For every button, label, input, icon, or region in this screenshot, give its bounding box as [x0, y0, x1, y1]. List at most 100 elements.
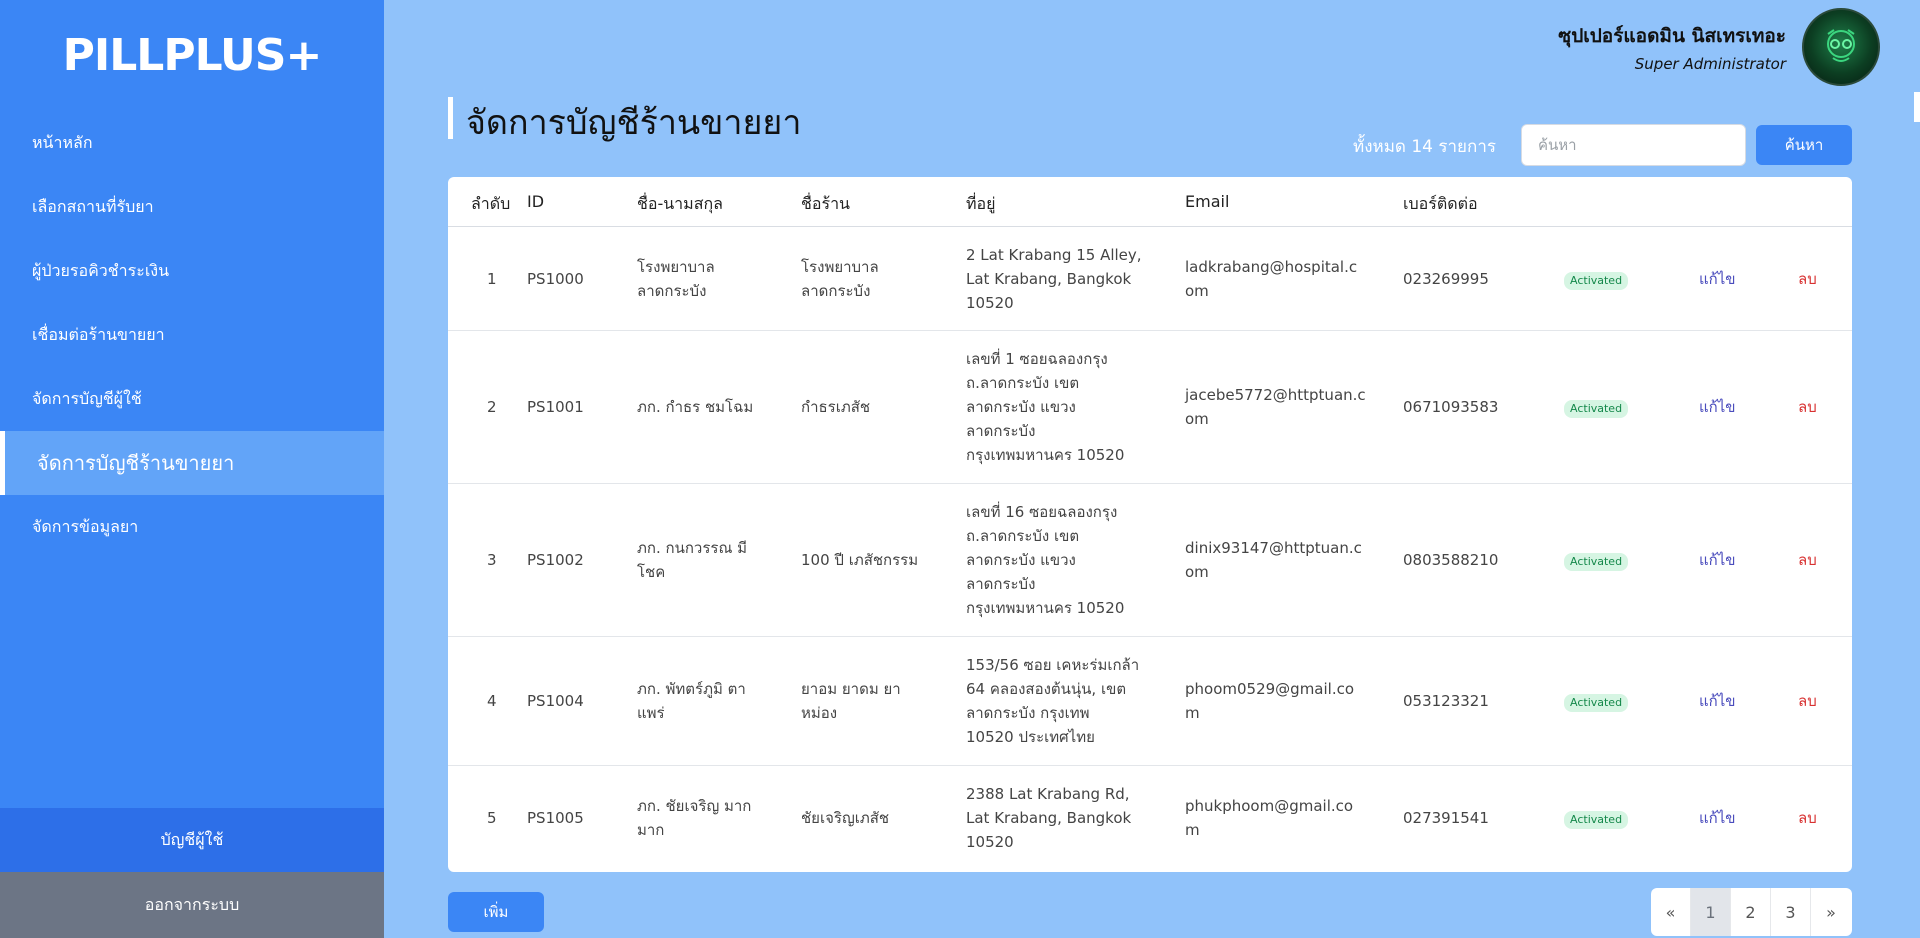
- sidebar: PILLPLUS+ หน้าหลัก เลือกสถานที่รับยา ผู้…: [0, 0, 384, 938]
- title-accent-bar: [448, 97, 453, 139]
- pagination-page-3[interactable]: 3: [1771, 888, 1811, 936]
- status-badge: Activated: [1564, 694, 1629, 712]
- status-badge: Activated: [1564, 553, 1629, 571]
- sidebar-item-label: ผู้ป่วยรอคิวชำระเงิน: [32, 260, 170, 280]
- col-header-no: ลำดับ: [471, 194, 511, 213]
- logout-button[interactable]: ออกจากระบบ: [0, 872, 384, 938]
- cell-phone: 023269995: [1403, 270, 1489, 288]
- cell-id: PS1002: [527, 551, 584, 569]
- pagination-page-1[interactable]: 1: [1691, 888, 1731, 936]
- pagination: « 1 2 3 »: [1651, 888, 1852, 936]
- cell-no: 1: [487, 270, 497, 288]
- sidebar-item-connect-pharmacy[interactable]: เชื่อมต่อร้านขายยา: [0, 303, 384, 367]
- avatar-icon: [1827, 29, 1855, 62]
- cell-email: phoom0529@gmail.co m: [1185, 680, 1355, 722]
- pagination-next[interactable]: »: [1811, 888, 1851, 936]
- cell-name: ภก. ชัยเจริญ มาก มาก: [637, 797, 752, 839]
- delete-link[interactable]: ลบ: [1798, 548, 1817, 572]
- add-button[interactable]: เพิ่ม: [448, 892, 544, 932]
- page-title: จัดการบัญชีร้านขายยา: [466, 103, 802, 143]
- cell-email: phukphoom@gmail.co m: [1185, 797, 1354, 839]
- table-row: 2 PS1001 ภก. กำธร ชมโฉม กำธรเภสัช เลขที่…: [448, 331, 1852, 484]
- pharmacy-table: ลำดับ ID ชื่อ-นามสกุล ชื่อร้าน ที่อยู่ E…: [448, 177, 1852, 872]
- edit-link[interactable]: แก้ไข: [1699, 395, 1736, 419]
- status-badge: Activated: [1564, 811, 1629, 829]
- sidebar-item-home[interactable]: หน้าหลัก: [0, 111, 384, 175]
- cell-phone: 053123321: [1403, 692, 1489, 710]
- table-row: 4 PS1004 ภก. พัทตร์ภูมิ ตา แพร่ ยาอม ยาดม…: [448, 637, 1852, 766]
- pagination-page-2[interactable]: 2: [1731, 888, 1771, 936]
- col-header-phone: เบอร์ติดต่อ: [1403, 194, 1478, 213]
- delete-link[interactable]: ลบ: [1798, 806, 1817, 830]
- cell-address: 2388 Lat Krabang Rd, Lat Krabang, Bangkok…: [966, 785, 1132, 851]
- cell-email: jacebe5772@httptuan.c om: [1185, 386, 1366, 428]
- col-header-name: ชื่อ-นามสกุล: [637, 194, 723, 213]
- cell-id: PS1000: [527, 270, 584, 288]
- cell-no: 2: [487, 398, 497, 416]
- table-row: 3 PS1002 ภก. กนกวรรณ มี โชค 100 ปี เภสัชก…: [448, 484, 1852, 637]
- user-role: Super Administrator: [1634, 55, 1786, 73]
- user-profile[interactable]: ซุปเปอร์แอดมิน นิสเทรเทอะ Super Administ…: [1558, 8, 1880, 86]
- pagination-prev[interactable]: «: [1651, 888, 1691, 936]
- cell-no: 4: [487, 692, 497, 710]
- delete-link[interactable]: ลบ: [1798, 395, 1817, 419]
- delete-link[interactable]: ลบ: [1798, 267, 1817, 291]
- cell-name: ภก. กำธร ชมโฉม: [637, 398, 754, 416]
- user-name: ซุปเปอร์แอดมิน นิสเทรเทอะ: [1558, 25, 1786, 47]
- cell-no: 5: [487, 809, 497, 827]
- account-button[interactable]: บัญชีผู้ใช้: [0, 808, 384, 872]
- cell-name: ภก. พัทตร์ภูมิ ตา แพร่: [637, 680, 746, 722]
- edit-link[interactable]: แก้ไข: [1699, 267, 1736, 291]
- sidebar-item-drug-data[interactable]: จัดการข้อมูลยา: [0, 495, 384, 559]
- sidebar-item-label: เชื่อมต่อร้านขายยา: [32, 324, 165, 344]
- col-header-shop: ชื่อร้าน: [801, 194, 850, 213]
- col-header-address: ที่อยู่: [966, 194, 996, 213]
- edit-link[interactable]: แก้ไข: [1699, 689, 1736, 713]
- sidebar-item-pharmacy-accounts[interactable]: จัดการบัญชีร้านขายยา: [0, 431, 384, 495]
- cell-address: 153/56 ซอย เคหะร่มเกล้า 64 คลองสองต้นนุ่น…: [966, 656, 1140, 746]
- search-input[interactable]: [1521, 124, 1746, 166]
- cell-email: dinix93147@httptuan.c om: [1185, 539, 1362, 581]
- app-logo[interactable]: PILLPLUS+: [0, 30, 384, 81]
- cell-name: ภก. กนกวรรณ มี โชค: [637, 539, 748, 581]
- sidebar-item-label: เลือกสถานที่รับยา: [32, 196, 154, 216]
- cell-shop: ยาอม ยาดม ยา หม่อง: [801, 680, 901, 722]
- cell-email: ladkrabang@hospital.c om: [1185, 258, 1358, 300]
- user-info: ซุปเปอร์แอดมิน นิสเทรเทอะ Super Administ…: [1558, 21, 1786, 73]
- sidebar-item-payment-queue[interactable]: ผู้ป่วยรอคิวชำระเงิน: [0, 239, 384, 303]
- search-button[interactable]: ค้นหา: [1756, 125, 1852, 165]
- delete-link[interactable]: ลบ: [1798, 689, 1817, 713]
- cell-address: เลขที่ 1 ซอยฉลองกรุง ถ.ลาดกระบัง เขต ลาดกร…: [966, 350, 1125, 464]
- cell-name: โรงพยาบาล ลาดกระบัง: [637, 258, 715, 300]
- table-header: ลำดับ ID ชื่อ-นามสกุล ชื่อร้าน ที่อยู่ E…: [448, 177, 1852, 227]
- cell-address: 2 Lat Krabang 15 Alley, Lat Krabang, Bang…: [966, 246, 1142, 312]
- col-header-email: Email: [1185, 192, 1230, 211]
- edit-link[interactable]: แก้ไข: [1699, 806, 1736, 830]
- cell-phone: 027391541: [1403, 809, 1489, 827]
- total-count: ทั้งหมด 14 รายการ: [1352, 137, 1496, 157]
- sidebar-item-label: หน้าหลัก: [32, 132, 93, 152]
- sidebar-item-label: จัดการบัญชีร้านขายยา: [37, 451, 235, 475]
- sidebar-item-user-accounts[interactable]: จัดการบัญชีผู้ใช้: [0, 367, 384, 431]
- cell-phone: 0803588210: [1403, 551, 1499, 569]
- cell-shop: ชัยเจริญเภสัช: [801, 809, 890, 827]
- status-badge: Activated: [1564, 400, 1629, 418]
- table-row: 1 PS1000 โรงพยาบาล ลาดกระบัง โรงพยาบาล ลาด…: [448, 227, 1852, 331]
- cell-id: PS1005: [527, 809, 584, 827]
- cell-no: 3: [487, 551, 497, 569]
- cell-id: PS1004: [527, 692, 584, 710]
- sidebar-item-label: จัดการบัญชีผู้ใช้: [32, 388, 142, 408]
- cell-phone: 0671093583: [1403, 398, 1499, 416]
- edit-link[interactable]: แก้ไข: [1699, 548, 1736, 572]
- sidebar-item-label: จัดการข้อมูลยา: [32, 516, 139, 536]
- cell-shop: โรงพยาบาล ลาดกระบัง: [801, 258, 879, 300]
- scrollbar-thumb[interactable]: [1914, 92, 1920, 122]
- cell-id: PS1001: [527, 398, 584, 416]
- col-header-id: ID: [527, 192, 545, 211]
- cell-shop: 100 ปี เภสัชกรรม: [801, 551, 919, 569]
- cell-address: เลขที่ 16 ซอยฉลองกรุง ถ.ลาดกระบัง เขต ลาดก…: [966, 503, 1125, 617]
- table-row: 5 PS1005 ภก. ชัยเจริญ มาก มาก ชัยเจริญเภส…: [448, 766, 1852, 872]
- sidebar-item-select-pickup[interactable]: เลือกสถานที่รับยา: [0, 175, 384, 239]
- cell-shop: กำธรเภสัช: [801, 398, 871, 416]
- avatar[interactable]: [1802, 8, 1880, 86]
